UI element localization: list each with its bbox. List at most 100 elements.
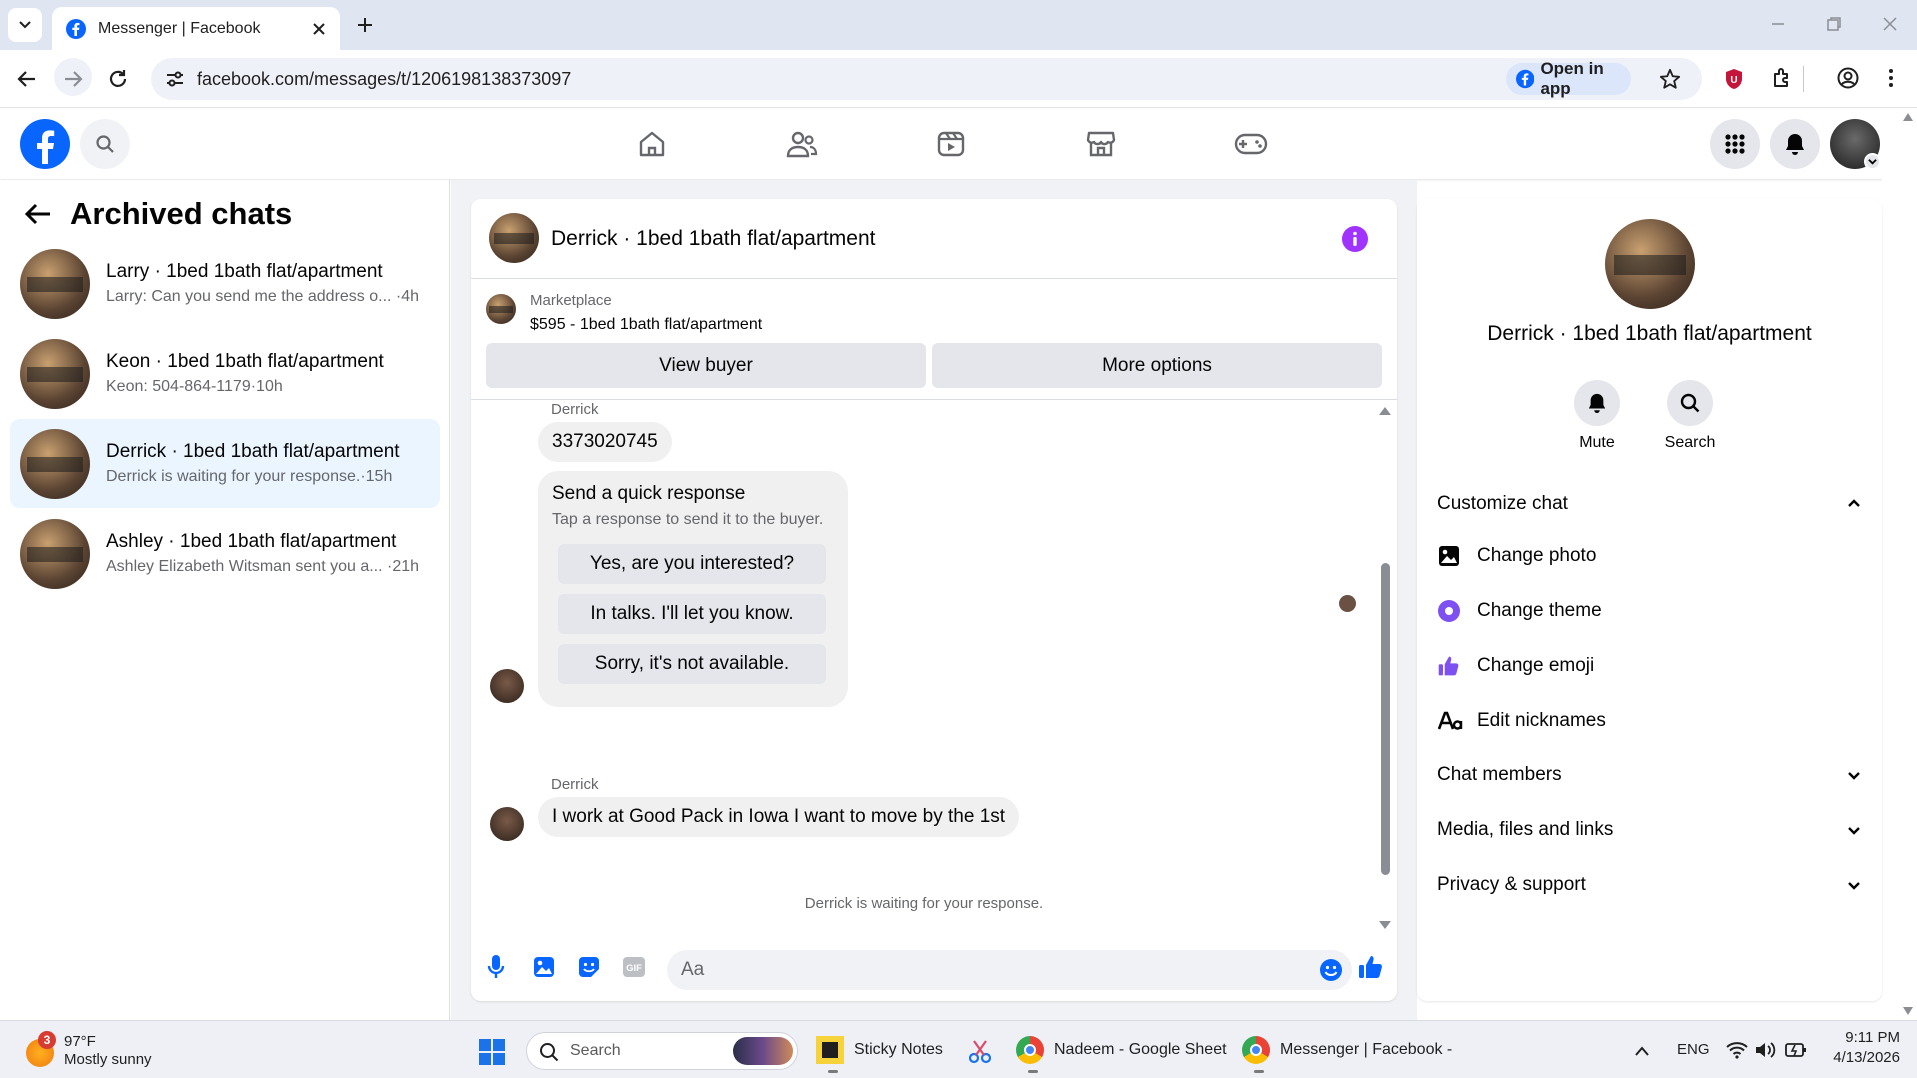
chevron-up-icon [1848, 499, 1860, 507]
message-bubble[interactable]: I work at Good Pack in Iowa I want to mo… [538, 797, 1020, 837]
battery-icon[interactable] [1785, 1041, 1807, 1059]
windows-start-icon[interactable] [478, 1038, 506, 1066]
change-photo-item[interactable]: Change photo [1437, 541, 1596, 571]
clock-date: 4/13/2026 [1833, 1049, 1900, 1066]
change-emoji-item[interactable]: Change emoji [1437, 651, 1594, 681]
extensions-puzzle-icon[interactable] [1771, 67, 1793, 89]
show-hidden-icons-chevron[interactable] [1634, 1045, 1650, 1057]
back-icon[interactable] [16, 68, 38, 90]
profile-icon[interactable] [1837, 67, 1859, 89]
page-scrollbar[interactable] [1882, 109, 1917, 1020]
quick-reply-in-talks[interactable]: In talks. I'll let you know. [558, 594, 826, 634]
mute-circle [1574, 380, 1620, 426]
chat-name: Keon · 1bed 1bath flat/apartment [106, 351, 384, 372]
browser-tab[interactable]: Messenger | Facebook [52, 7, 340, 50]
sender-name: Derrick [551, 401, 599, 418]
thumbs-up-icon[interactable] [1357, 953, 1385, 981]
conversation-title[interactable]: Derrick · 1bed 1bath flat/apartment [551, 227, 876, 251]
media-files-links-section[interactable]: Media, files and links [1437, 815, 1861, 845]
edit-nicknames-item[interactable]: Edit nicknames [1437, 706, 1606, 736]
bookmark-star-icon[interactable] [1659, 68, 1681, 90]
taskbar-app-chrome-messenger[interactable]: Messenger | Facebook - [1242, 1031, 1452, 1073]
chat-members-section[interactable]: Chat members [1437, 760, 1861, 790]
thread-scroll-up-icon[interactable] [1379, 407, 1391, 415]
more-options-button[interactable]: More options [932, 343, 1382, 388]
minimize-icon[interactable] [1770, 16, 1786, 32]
wifi-icon[interactable] [1726, 1041, 1748, 1059]
quick-reply-not-available[interactable]: Sorry, it's not available. [558, 644, 826, 684]
language-indicator[interactable]: ENG [1677, 1041, 1710, 1058]
temperature: 97°F [64, 1033, 96, 1050]
svg-text:GIF: GIF [626, 963, 642, 974]
restore-icon[interactable] [1826, 16, 1842, 32]
privacy-support-section[interactable]: Privacy & support [1437, 870, 1861, 900]
microphone-icon[interactable] [487, 954, 505, 980]
message-bubble[interactable]: 3373020745 [538, 422, 672, 462]
chat-row-keon[interactable]: Keon · 1bed 1bath flat/apartment Keon: 5… [10, 329, 440, 418]
app-label: Sticky Notes [854, 1041, 943, 1058]
site-settings-icon[interactable] [165, 70, 185, 88]
sticky-notes-icon [816, 1036, 844, 1064]
search-in-conversation-button[interactable]: Search [1655, 380, 1725, 452]
change-theme-item[interactable]: Change theme [1437, 596, 1602, 626]
weather-widget[interactable]: 3 97°F Mostly sunny [24, 1031, 224, 1071]
chat-row-ashley[interactable]: Ashley · 1bed 1bath flat/apartment Ashle… [10, 509, 440, 598]
taskbar-app-sticky-notes[interactable]: Sticky Notes [816, 1031, 943, 1073]
gaming-icon[interactable] [1234, 131, 1268, 157]
new-tab-icon[interactable] [356, 16, 374, 34]
notifications-button[interactable] [1770, 119, 1820, 169]
facebook-logo-icon[interactable] [20, 119, 70, 169]
chevron-down-icon [1848, 827, 1860, 835]
account-chevron[interactable] [1864, 153, 1881, 170]
scroll-up-icon[interactable] [1903, 113, 1913, 121]
back-arrow-icon[interactable] [24, 202, 52, 226]
chat-row-larry[interactable]: Larry · 1bed 1bath flat/apartment Larry:… [10, 239, 440, 328]
friends-icon[interactable] [786, 129, 818, 159]
clock[interactable]: 9:11 PM 4/13/2026 [1820, 1029, 1900, 1066]
change-emoji-label: Change emoji [1477, 655, 1595, 676]
emoji-icon[interactable] [1319, 958, 1343, 982]
photo-icon[interactable] [532, 955, 556, 979]
tab-search-button[interactable] [8, 8, 42, 42]
snipping-tool-icon[interactable] [966, 1038, 994, 1066]
open-in-app-button[interactable]: Open in app [1506, 59, 1631, 98]
quick-reply-interested[interactable]: Yes, are you interested? [558, 544, 826, 584]
facebook-search-button[interactable] [80, 119, 130, 169]
thread-scrollbar-thumb[interactable] [1381, 563, 1390, 875]
message-input[interactable]: Aa [667, 950, 1352, 990]
conversation-header: Derrick · 1bed 1bath flat/apartment [471, 199, 1397, 279]
taskbar-search-box[interactable]: Search [526, 1032, 798, 1070]
forward-icon[interactable] [62, 68, 84, 90]
video-icon[interactable] [936, 129, 966, 159]
view-buyer-button[interactable]: View buyer [486, 343, 926, 388]
bell-icon [1786, 134, 1804, 155]
sender-avatar[interactable] [490, 669, 524, 703]
conversation-avatar[interactable] [1605, 219, 1695, 309]
mute-button[interactable]: Mute [1567, 380, 1627, 452]
close-window-icon[interactable] [1882, 16, 1898, 32]
browser-menu-icon[interactable] [1887, 67, 1895, 89]
scroll-down-icon[interactable] [1903, 1007, 1913, 1015]
theme-icon [1438, 600, 1460, 622]
chrome-icon [1242, 1036, 1270, 1064]
taskbar-app-chrome-sheets[interactable]: Nadeem - Google Sheet [1016, 1031, 1227, 1073]
ublock-extension-icon[interactable]: U [1724, 68, 1744, 90]
volume-icon[interactable] [1754, 1041, 1776, 1059]
avatar[interactable] [489, 213, 539, 263]
close-tab-icon[interactable] [312, 22, 326, 36]
chat-row-derrick[interactable]: Derrick · 1bed 1bath flat/apartment Derr… [10, 419, 440, 508]
info-icon[interactable] [1342, 226, 1368, 252]
reload-icon[interactable] [107, 68, 129, 90]
chevron-down-icon [19, 21, 31, 29]
privacy-support-label: Privacy & support [1437, 874, 1586, 895]
sender-avatar[interactable] [490, 807, 524, 841]
customize-chat-section[interactable]: Customize chat [1437, 489, 1861, 519]
gif-icon[interactable]: GIF [622, 956, 646, 978]
marketplace-icon[interactable] [1086, 129, 1116, 159]
home-icon[interactable] [637, 129, 667, 159]
thread-scroll-down-icon[interactable] [1379, 921, 1391, 929]
url-text: facebook.com/messages/t/1206198138373097 [197, 69, 572, 89]
menu-button[interactable] [1710, 119, 1760, 169]
sticker-icon[interactable] [577, 955, 601, 979]
address-bar[interactable]: facebook.com/messages/t/1206198138373097… [151, 58, 1702, 100]
